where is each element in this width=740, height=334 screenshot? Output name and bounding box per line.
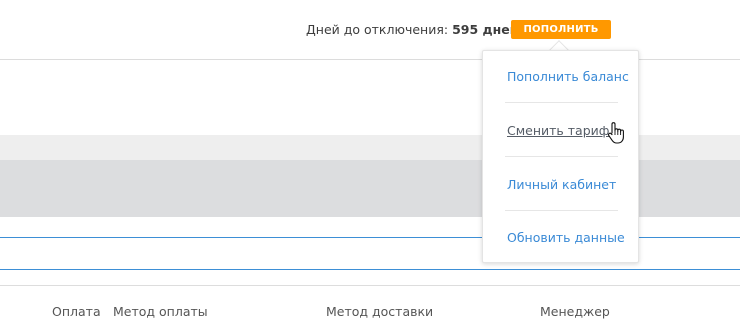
column-header-manager[interactable]: Менеджер: [540, 304, 610, 319]
menu-separator: [505, 102, 618, 103]
days-value: 595 дней: [452, 22, 519, 37]
days-until-disconnect: Дней до отключения: 595 дней: [306, 22, 519, 37]
menu-item-topup-balance[interactable]: Пополнить баланс: [507, 69, 629, 84]
menu-separator: [505, 156, 618, 157]
column-header-payment-method[interactable]: Метод оплаты: [113, 304, 208, 319]
account-dropdown-menu: Пополнить баланс Сменить тариф Личный ка…: [482, 50, 639, 263]
column-header-delivery-method[interactable]: Метод доставки: [326, 304, 433, 319]
table-header-divider: [0, 285, 740, 286]
hand-pointer-icon: [608, 122, 624, 144]
menu-item-refresh-data[interactable]: Обновить данные: [507, 230, 625, 245]
column-header-payment[interactable]: Оплата: [52, 304, 101, 319]
divider-blue-bottom: [0, 269, 740, 270]
menu-item-personal-account[interactable]: Личный кабинет: [507, 177, 616, 192]
page: Дней до отключения: 595 дней ПОПОЛНИТЬ О…: [0, 0, 740, 334]
days-label: Дней до отключения:: [306, 22, 449, 37]
menu-separator: [505, 210, 618, 211]
topup-button[interactable]: ПОПОЛНИТЬ: [511, 20, 611, 39]
menu-item-change-tariff[interactable]: Сменить тариф: [507, 123, 609, 138]
